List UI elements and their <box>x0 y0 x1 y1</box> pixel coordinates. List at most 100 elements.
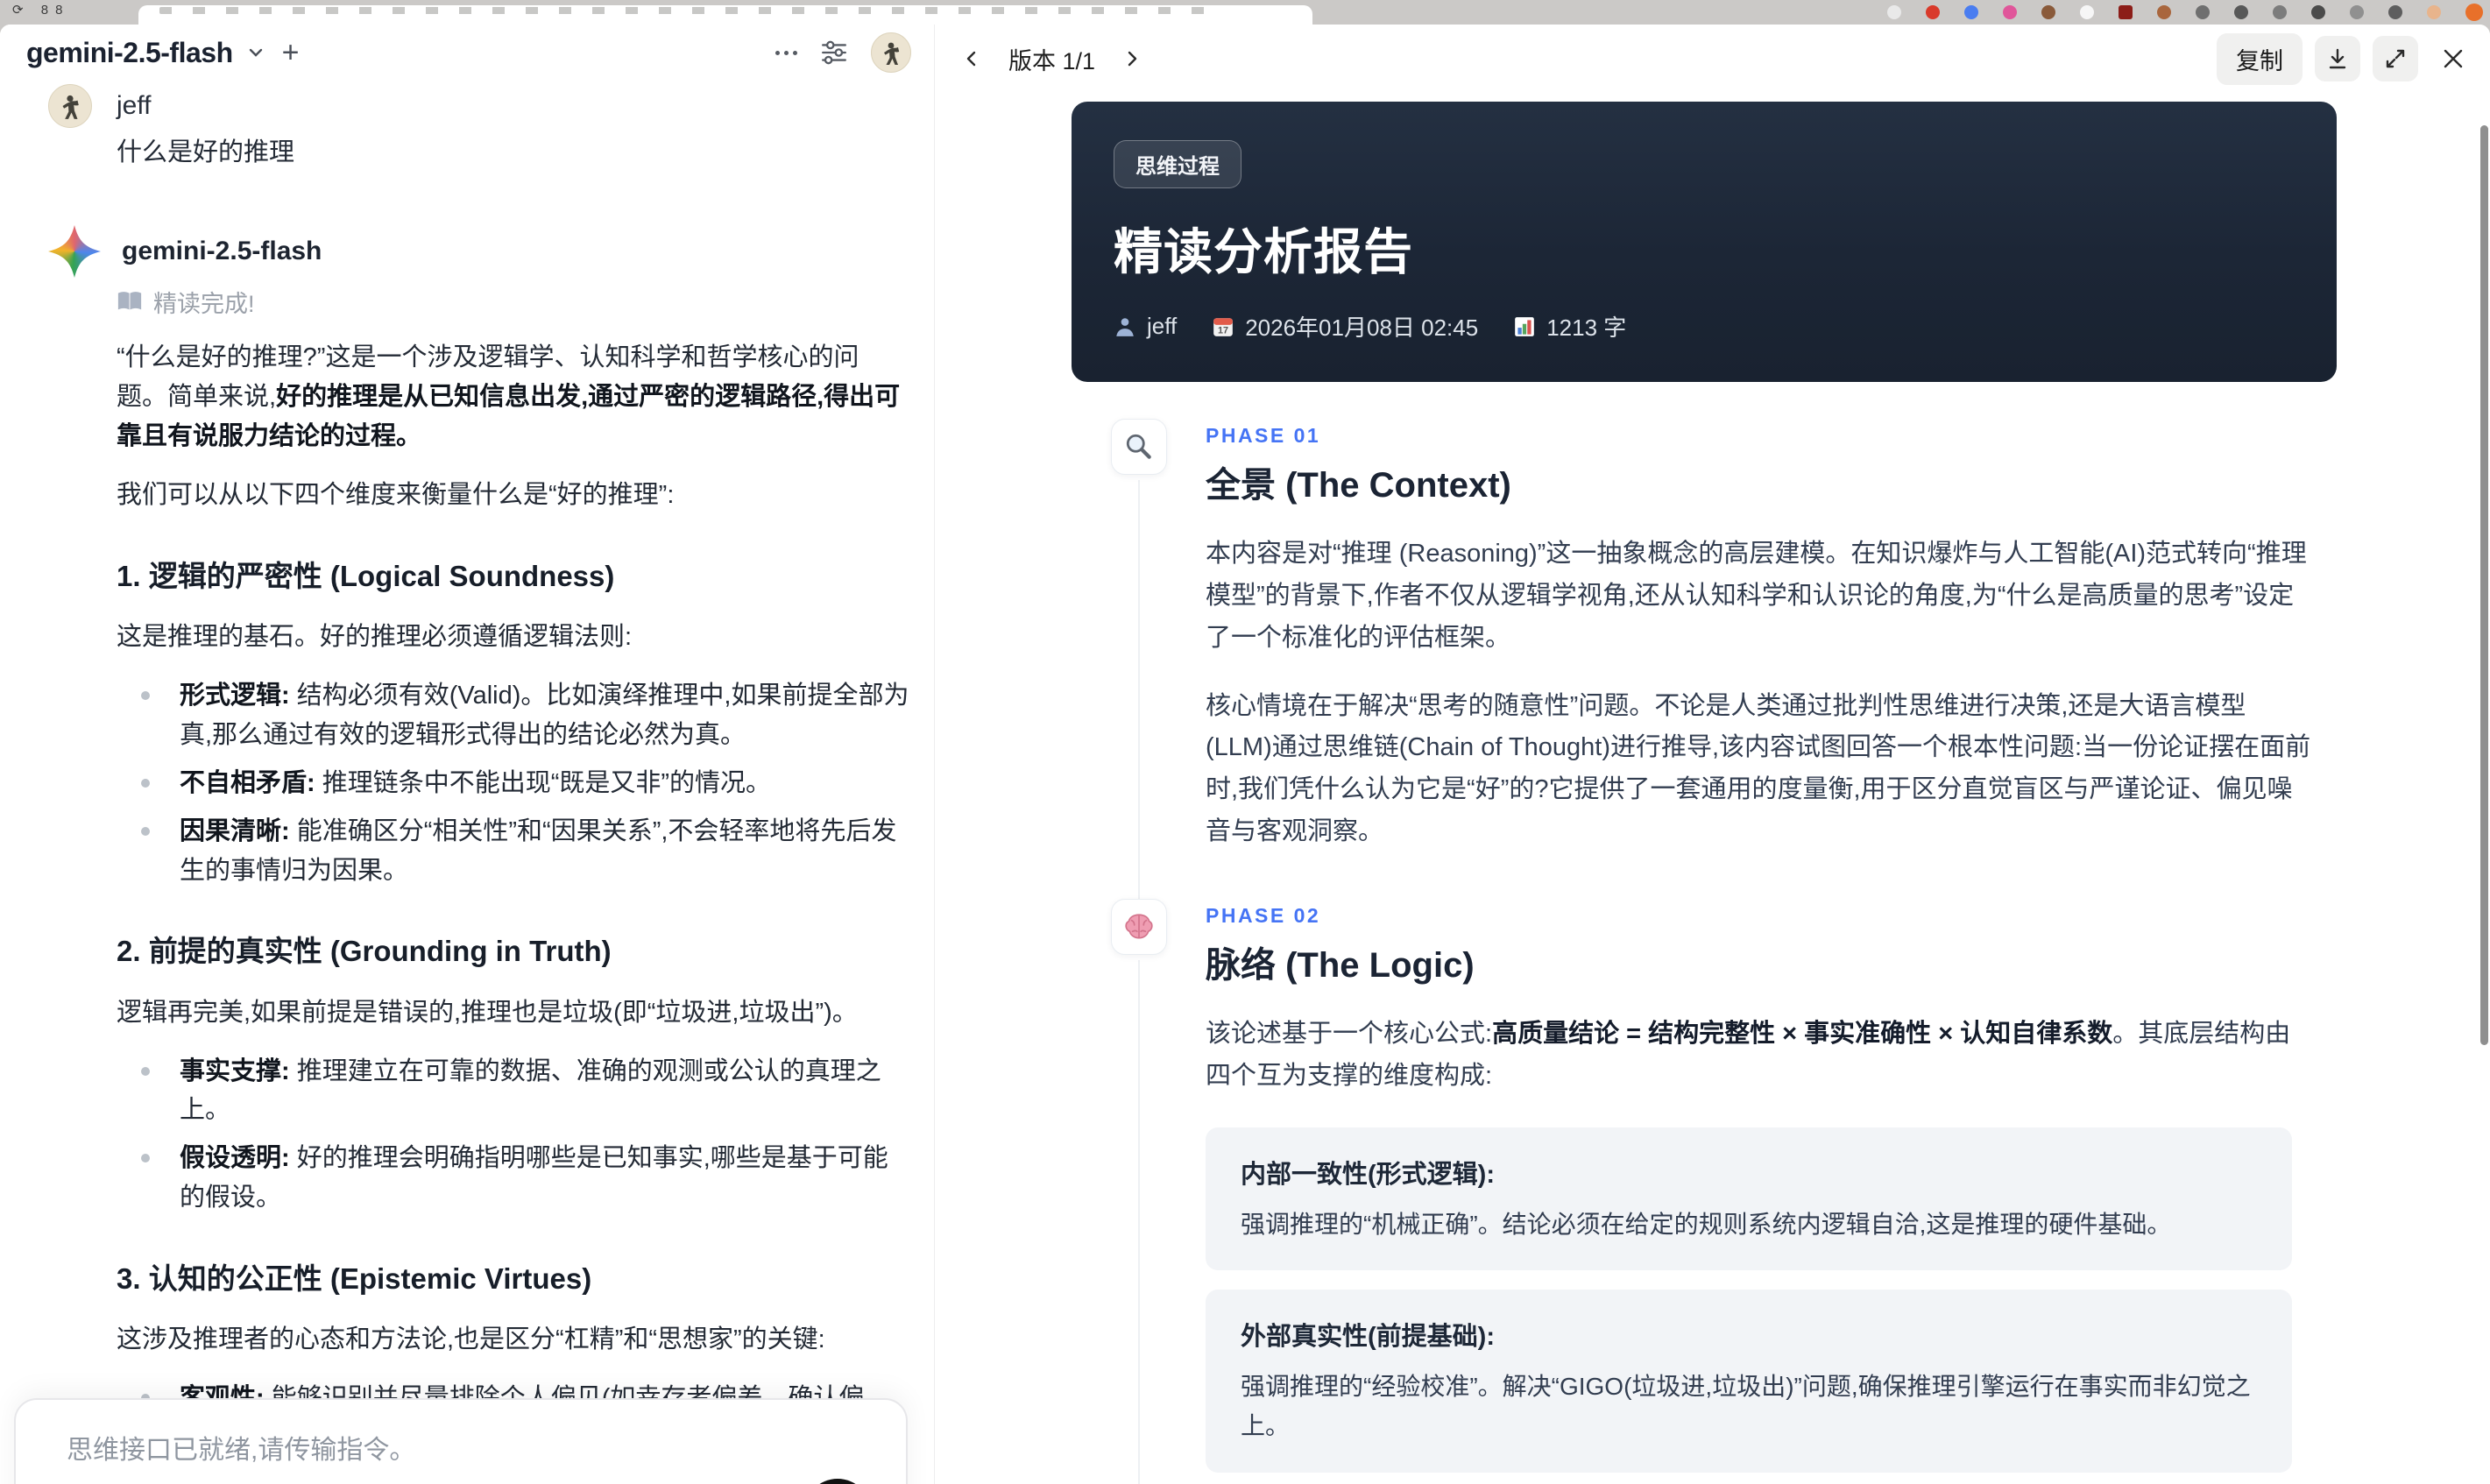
person-icon <box>1116 317 1134 336</box>
user-avatar[interactable] <box>871 32 911 73</box>
phase-section: PHASE 01 全景 (The Context) 本内容是对“推理 (Reas… <box>1111 419 2479 906</box>
voice-input-button[interactable] <box>804 1479 871 1484</box>
phase-title: 全景 (The Context) <box>1206 466 1511 505</box>
assistant-status: 精读完成! <box>117 285 908 319</box>
wordcount-meta: 1213 字 <box>1513 310 1626 343</box>
section-desc: 这涉及推理者的心态和方法论,也是区分“杠精”和“思想家”的关键: <box>117 1325 825 1354</box>
tab-title-clipped <box>159 7 1211 14</box>
extension-icon[interactable] <box>2350 5 2364 19</box>
report-meta: jeff 17 2026年01月08日 02:45 1213 字 <box>1114 310 2295 343</box>
phase-section: PHASE 02 脉络 (The Logic) 该论述基于一个核心公式:高质量结… <box>1111 898 2479 1484</box>
next-version-icon[interactable] <box>1109 36 1155 81</box>
phase-label: PHASE 01 <box>1206 424 1321 447</box>
section-heading: 2. 前提的真实性 (Grounding in Truth) <box>117 935 612 968</box>
extension-icon[interactable] <box>2234 5 2248 19</box>
phase-body: 该论述基于一个核心公式:高质量结论 = 结构完整性 × 事实准确性 × 认知自律… <box>1206 1014 2311 1098</box>
browser-tab-bar: ⟳ 88 <box>0 0 2490 25</box>
extension-icon[interactable] <box>1964 5 1978 19</box>
report-content[interactable]: 思维过程 精读分析报告 jeff 17 2026年01月08日 02:45 12… <box>935 91 2479 1484</box>
download-icon[interactable] <box>2315 36 2360 81</box>
phase-rail <box>1111 419 1167 906</box>
extension-icon[interactable] <box>2080 5 2094 19</box>
magnifier-icon <box>1111 419 1167 475</box>
phase-rail <box>1111 898 1167 1484</box>
extension-icon[interactable] <box>2388 5 2402 19</box>
settings-sliders-icon[interactable] <box>820 39 848 67</box>
close-icon[interactable] <box>2430 36 2476 81</box>
list-item: 因果清晰: 能准确区分“相关性”和“因果关系”,不会轻率地将先后发生的事情归为因… <box>117 812 909 891</box>
list-item: 事实支撑: 推理建立在可靠的数据、准确的观测或公认的真理之上。 <box>117 1052 909 1131</box>
bar-chart-icon <box>1515 316 1535 336</box>
extension-icon[interactable] <box>2041 5 2055 19</box>
section-bullets: 形式逻辑: 结构必须有效(Valid)。比如演绎推理中,如果前提全部为真,那么通… <box>117 676 909 891</box>
extension-icon[interactable] <box>2427 5 2441 19</box>
copy-button[interactable]: 复制 <box>2217 32 2303 85</box>
section-desc: 这是推理的基石。好的推理必须遵循逻辑法则: <box>117 622 633 651</box>
prev-version-icon[interactable] <box>949 36 994 81</box>
logic-box-text: 强调推理的“经验校准”。解决“GIGO(垃圾进,垃圾出)”问题,确保推理引擎运行… <box>1241 1372 2251 1440</box>
more-options-icon[interactable] <box>775 50 797 55</box>
intro-paragraph: “什么是好的推理?”这是一个涉及逻辑学、认知科学和哲学核心的问题。简单来说,好的… <box>117 343 901 450</box>
user-avatar <box>48 84 92 128</box>
extension-icon[interactable] <box>2273 5 2287 19</box>
assistant-name: gemini-2.5-flash <box>122 236 322 265</box>
section-heading: 3. 认知的公正性 (Epistemic Virtues) <box>117 1262 592 1296</box>
report-hero-card: 思维过程 精读分析报告 jeff 17 2026年01月08日 02:45 12… <box>1072 102 2337 382</box>
extension-icon[interactable] <box>2465 4 2483 21</box>
chevron-down-icon[interactable] <box>245 42 266 63</box>
chat-header: gemini-2.5-flash + <box>0 25 934 81</box>
report-badge: 思维过程 <box>1114 140 1241 188</box>
app-window: gemini-2.5-flash + jeff 什么是好的推理 gemini-2… <box>0 25 2490 1484</box>
chat-panel: gemini-2.5-flash + jeff 什么是好的推理 gemini-2… <box>0 25 934 1484</box>
browser-extension-icons <box>1887 4 2483 21</box>
version-label: 版本 1/1 <box>1008 47 1096 74</box>
report-title: 精读分析报告 <box>1114 224 1413 279</box>
artifact-panel: 版本 1/1 复制 思维过程 精读分析报告 jeff 17 2026年01月08… <box>934 25 2490 1484</box>
section-heading: 1. 逻辑的严密性 (Logical Soundness) <box>117 559 615 592</box>
phase-paragraph: 核心情境在于解决“思考的随意性”问题。不论是人类通过批判性思维进行决策,还是大语… <box>1206 691 2311 846</box>
assistant-message: gemini-2.5-flash 精读完成! “什么是好的推理?”这是一个涉及逻… <box>48 225 909 1484</box>
extension-icon[interactable] <box>1887 5 1901 19</box>
logic-box-title: 外部真实性(前提基础): <box>1241 1322 1495 1351</box>
author-meta: jeff <box>1114 313 1177 340</box>
extension-icon[interactable] <box>2196 5 2210 19</box>
list-item: 形式逻辑: 结构必须有效(Valid)。比如演绎推理中,如果前提全部为真,那么通… <box>117 676 909 755</box>
date-meta: 17 2026年01月08日 02:45 <box>1212 310 1478 343</box>
list-item: 假设透明: 好的推理会明确指明哪些是已知事实,哪些是基于可能的假设。 <box>117 1139 909 1218</box>
lead-paragraph: 我们可以从以下四个维度来衡量什么是“好的推理”: <box>117 480 675 509</box>
assistant-message-body: “什么是好的推理?”这是一个涉及逻辑学、认知科学和哲学核心的问题。简单来说,好的… <box>117 338 909 1484</box>
scrollbar[interactable] <box>2480 125 2488 1045</box>
section-desc: 逻辑再完美,如果前提是错误的,推理也是垃圾(即“垃圾进,垃圾出”)。 <box>117 998 858 1027</box>
phase-title: 脉络 (The Logic) <box>1206 945 1475 985</box>
logic-box-title: 内部一致性(形式逻辑): <box>1241 1160 1495 1189</box>
open-book-icon <box>117 290 143 313</box>
logic-dimension-boxes: 内部一致性(形式逻辑): 强调推理的“机械正确”。结论必须在给定的规则系统内逻辑… <box>1206 1127 2479 1484</box>
list-item: 不自相矛盾: 推理链条中不能出现“既是又非”的情况。 <box>117 764 909 803</box>
logic-box: 内部一致性(形式逻辑): 强调推理的“机械正确”。结论必须在给定的规则系统内逻辑… <box>1206 1127 2292 1270</box>
browser-nav-glyphs[interactable]: ⟳ 88 <box>12 2 69 18</box>
phase-paragraph: 该论述基于一个核心公式:高质量结论 = 结构完整性 × 事实准确性 × 认知自律… <box>1206 1019 2291 1090</box>
extension-icon[interactable] <box>2311 5 2325 19</box>
svg-text:17: 17 <box>1218 325 1228 336</box>
artifact-header: 版本 1/1 复制 <box>935 32 2490 86</box>
extension-icon[interactable] <box>2157 5 2171 19</box>
expand-icon[interactable] <box>2373 36 2418 81</box>
brain-icon <box>1111 898 1167 955</box>
user-message-text: 什么是好的推理 <box>117 138 295 166</box>
section-bullets: 事实支撑: 推理建立在可靠的数据、准确的观测或公认的真理之上。 假设透明: 好的… <box>117 1052 909 1219</box>
logic-box-text: 强调推理的“机械正确”。结论必须在给定的规则系统内逻辑自洽,这是推理的硬件基础。 <box>1241 1210 2172 1238</box>
extension-icon[interactable] <box>1926 5 1940 19</box>
gemini-star-icon <box>48 225 101 278</box>
new-topic-button[interactable]: + <box>282 38 300 67</box>
message-composer[interactable]: 思维接口已就绪,请传输指令。 <box>14 1398 908 1484</box>
phase-label: PHASE 02 <box>1206 903 1321 927</box>
browser-active-tab[interactable] <box>138 5 1312 25</box>
phase-paragraph: 本内容是对“推理 (Reasoning)”这一抽象概念的高层建模。在知识爆炸与人… <box>1206 540 2307 652</box>
calendar-icon: 17 <box>1213 317 1234 336</box>
user-message: jeff 什么是好的推理 <box>48 84 908 173</box>
message-list[interactable]: jeff 什么是好的推理 gemini-2.5-flash 精读完成! “什么是 <box>0 81 934 1484</box>
extension-icon[interactable] <box>2003 5 2017 19</box>
composer-placeholder[interactable]: 思维接口已就绪,请传输指令。 <box>67 1428 855 1466</box>
extension-icon[interactable] <box>2119 5 2133 19</box>
conversation-title[interactable]: gemini-2.5-flash <box>26 37 233 69</box>
